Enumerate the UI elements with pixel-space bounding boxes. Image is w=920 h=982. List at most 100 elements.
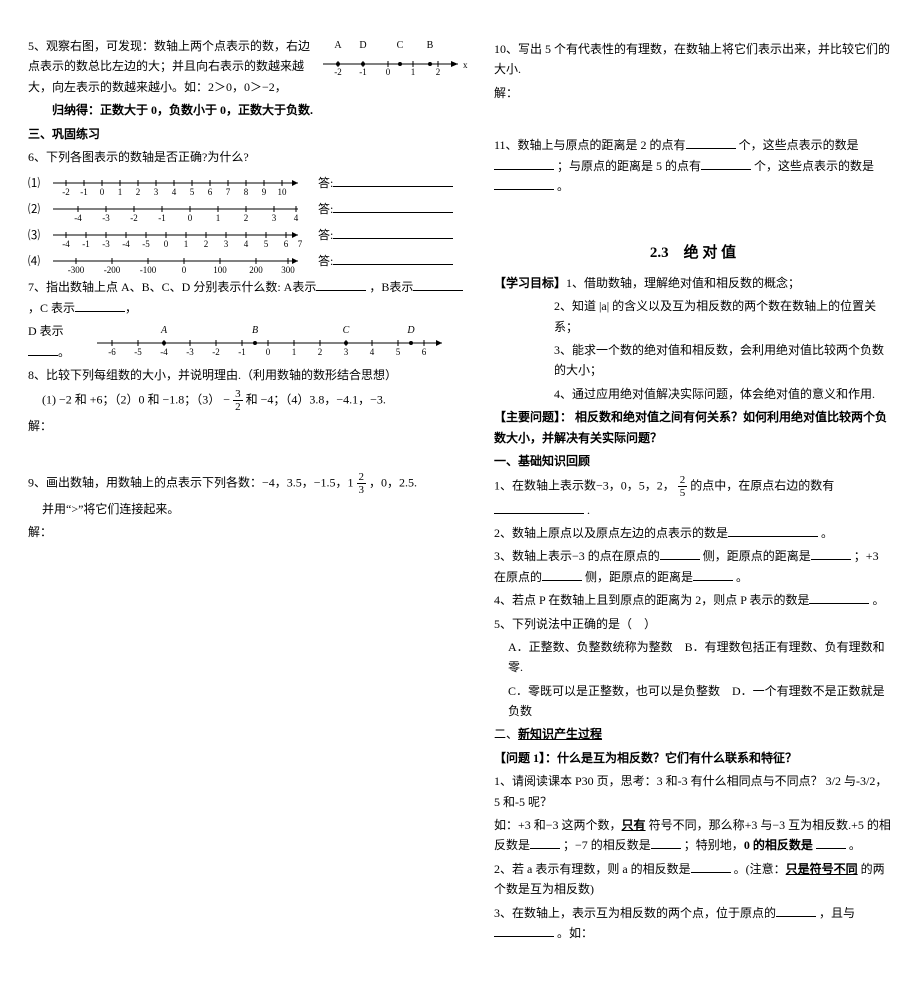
svg-text:2: 2 [204, 239, 209, 248]
svg-text:10: 10 [278, 187, 288, 196]
q9-solution-label: 解： [28, 522, 468, 542]
q6-1-blank[interactable] [333, 174, 453, 187]
svg-text:3: 3 [154, 187, 159, 196]
svg-text:4: 4 [172, 187, 177, 196]
p1b-blank3[interactable] [816, 836, 846, 849]
b3-blank3[interactable] [542, 568, 582, 581]
svg-text:6: 6 [422, 347, 427, 357]
p1b-blank1[interactable] [530, 836, 560, 849]
svg-text:B: B [427, 40, 434, 51]
q8-solution-label: 解： [28, 416, 468, 436]
svg-text:x: x [463, 60, 468, 70]
q7-d-blank[interactable] [28, 343, 58, 356]
q6-4-blank[interactable] [333, 252, 453, 265]
svg-text:7: 7 [226, 187, 231, 196]
b4: 4、若点 P 在数轴上且到原点的距离为 2，则点 P 表示的数是 。 [494, 590, 892, 610]
q7-c-blank[interactable] [75, 299, 125, 312]
q6-row1: ⑴ -2-10 123 456 789 10 [28, 170, 468, 196]
sec2-title: 二、新知识产生过程 [494, 724, 892, 744]
p2-blank[interactable] [691, 860, 731, 873]
q9-text: 9、画出数轴，用数轴上的点表示下列各数：−4，3.5，−1.5，1 23 ，0，… [28, 471, 468, 496]
b3-blank2[interactable] [811, 547, 851, 560]
b2-blank[interactable] [728, 524, 818, 537]
q6-row2: ⑵ -4-3-2 -101 234 [28, 196, 468, 222]
svg-text:2: 2 [318, 347, 323, 357]
q5-figure: A D C B -2 -1 0 1 2 x [312, 36, 468, 97]
q7-b-blank[interactable] [413, 278, 463, 291]
svg-text:-6: -6 [108, 347, 116, 357]
b5-cd: C．零既可以是正整数，也可以是负整数 D．一个有理数不是正数就是负数 [494, 681, 892, 722]
q11-blank1[interactable] [686, 136, 736, 149]
q5-text: 5、观察右图，可发现：数轴上两个点表示的数，右边点表示的数总比左边的大；并且向右… [28, 39, 310, 94]
svg-text:1: 1 [184, 239, 189, 248]
q6-3-blank[interactable] [333, 226, 453, 239]
svg-text:0: 0 [100, 187, 105, 196]
svg-text:-5: -5 [134, 347, 142, 357]
q11-blank3[interactable] [701, 157, 751, 170]
svg-text:0: 0 [164, 239, 169, 248]
svg-text:C: C [343, 325, 350, 336]
main-question: 【主要问题】： 相反数和绝对值之间有何关系？如何利用绝对值比较两个负数大小，并解… [494, 407, 892, 448]
q7-line1: 7、指出数轴上点 A、B、C、D 分别表示什么数: A表示 ，B表示 ，C 表示… [28, 277, 468, 318]
q6-row4: ⑷ -300-200-100 0100200 300 [28, 248, 468, 274]
b3-blank4[interactable] [693, 568, 733, 581]
svg-text:-1: -1 [82, 239, 90, 248]
svg-text:A: A [334, 40, 342, 51]
svg-text:5: 5 [190, 187, 195, 196]
b1-blank[interactable] [494, 501, 584, 514]
svg-text:3: 3 [272, 213, 277, 222]
svg-text:9: 9 [262, 187, 267, 196]
svg-text:0: 0 [188, 213, 193, 222]
q6-row3: ⑶ -4-1-3 -4-50 123 456 7 [28, 222, 468, 248]
svg-text:3: 3 [344, 347, 349, 357]
svg-text:2: 2 [244, 213, 249, 222]
svg-text:B: B [252, 325, 258, 336]
svg-text:-2: -2 [62, 187, 70, 196]
svg-text:-3: -3 [186, 347, 194, 357]
q10-text: 10、写出 5 个有代表性的有理数，在数轴上将它们表示出来，并比较它们的大小. [494, 39, 892, 80]
q7-a-blank[interactable] [316, 278, 366, 291]
svg-text:200: 200 [249, 265, 263, 274]
p1b-blank2[interactable] [651, 836, 681, 849]
b3-blank1[interactable] [660, 547, 700, 560]
svg-text:4: 4 [244, 239, 249, 248]
b1: 1、在数轴上表示数−3，0，5，2， 25 的点中，在原点右边的数有 . [494, 474, 892, 520]
ans-label: 答: [318, 228, 333, 242]
p3-blank2[interactable] [494, 924, 554, 937]
goals: 【学习目标】1、借助数轴，理解绝对值和相反数的概念； [494, 273, 892, 293]
q7-figure: -6-5-4 -3-2-1 012 345 6 AB CD [92, 321, 452, 357]
ans-label: 答: [318, 202, 333, 216]
svg-text:A: A [160, 325, 168, 336]
b5: 5、下列说法中正确的是（ ） [494, 614, 892, 634]
q8-items: (1) −2 和 +6；（2）0 和 −1.8；（3） − 32 和 −4；（4… [28, 388, 468, 413]
q8-text: 8、比较下列每组数的大小，并说明理由.（利用数轴的数形结合思想） [28, 365, 468, 385]
q11-blank4[interactable] [494, 177, 554, 190]
svg-text:0: 0 [386, 67, 391, 76]
goal4: 4、通过应用绝对值解决实际问题，体会绝对值的意义和作用. [494, 384, 892, 404]
svg-text:-4: -4 [62, 239, 70, 248]
svg-text:0: 0 [182, 265, 187, 274]
q11-blank2[interactable] [494, 157, 554, 170]
b4-blank[interactable] [809, 591, 869, 604]
svg-text:-100: -100 [140, 265, 157, 274]
svg-text:-1: -1 [158, 213, 166, 222]
problem1-title: 【问题 1】：什么是互为相反数？它们有什么联系和特征？ [494, 748, 892, 768]
section-title: 2.3 绝 对 值 [494, 241, 892, 267]
q11-text: 11、数轴上与原点的距离是 2 的点有 个，这些点表示的数是 ；与原点的距离是 … [494, 135, 892, 196]
svg-text:-3: -3 [102, 213, 110, 222]
svg-text:2: 2 [136, 187, 141, 196]
ans-label: 答: [318, 176, 333, 190]
svg-text:-1: -1 [238, 347, 246, 357]
p3: 3、在数轴上，表示互为相反数的两个点，位于原点的 ，且与 。如： [494, 903, 892, 944]
svg-text:-2: -2 [130, 213, 138, 222]
p3-blank1[interactable] [776, 904, 816, 917]
svg-text:100: 100 [213, 265, 227, 274]
svg-text:5: 5 [396, 347, 401, 357]
q6-text: 6、下列各图表示的数轴是否正确?为什么? [28, 147, 468, 167]
q7-period: 。 [58, 345, 70, 359]
svg-text:0: 0 [266, 347, 271, 357]
q6-2-blank[interactable] [333, 200, 453, 213]
svg-text:-2: -2 [334, 67, 342, 76]
q10-solution-label: 解： [494, 83, 892, 103]
svg-text:-3: -3 [102, 239, 110, 248]
